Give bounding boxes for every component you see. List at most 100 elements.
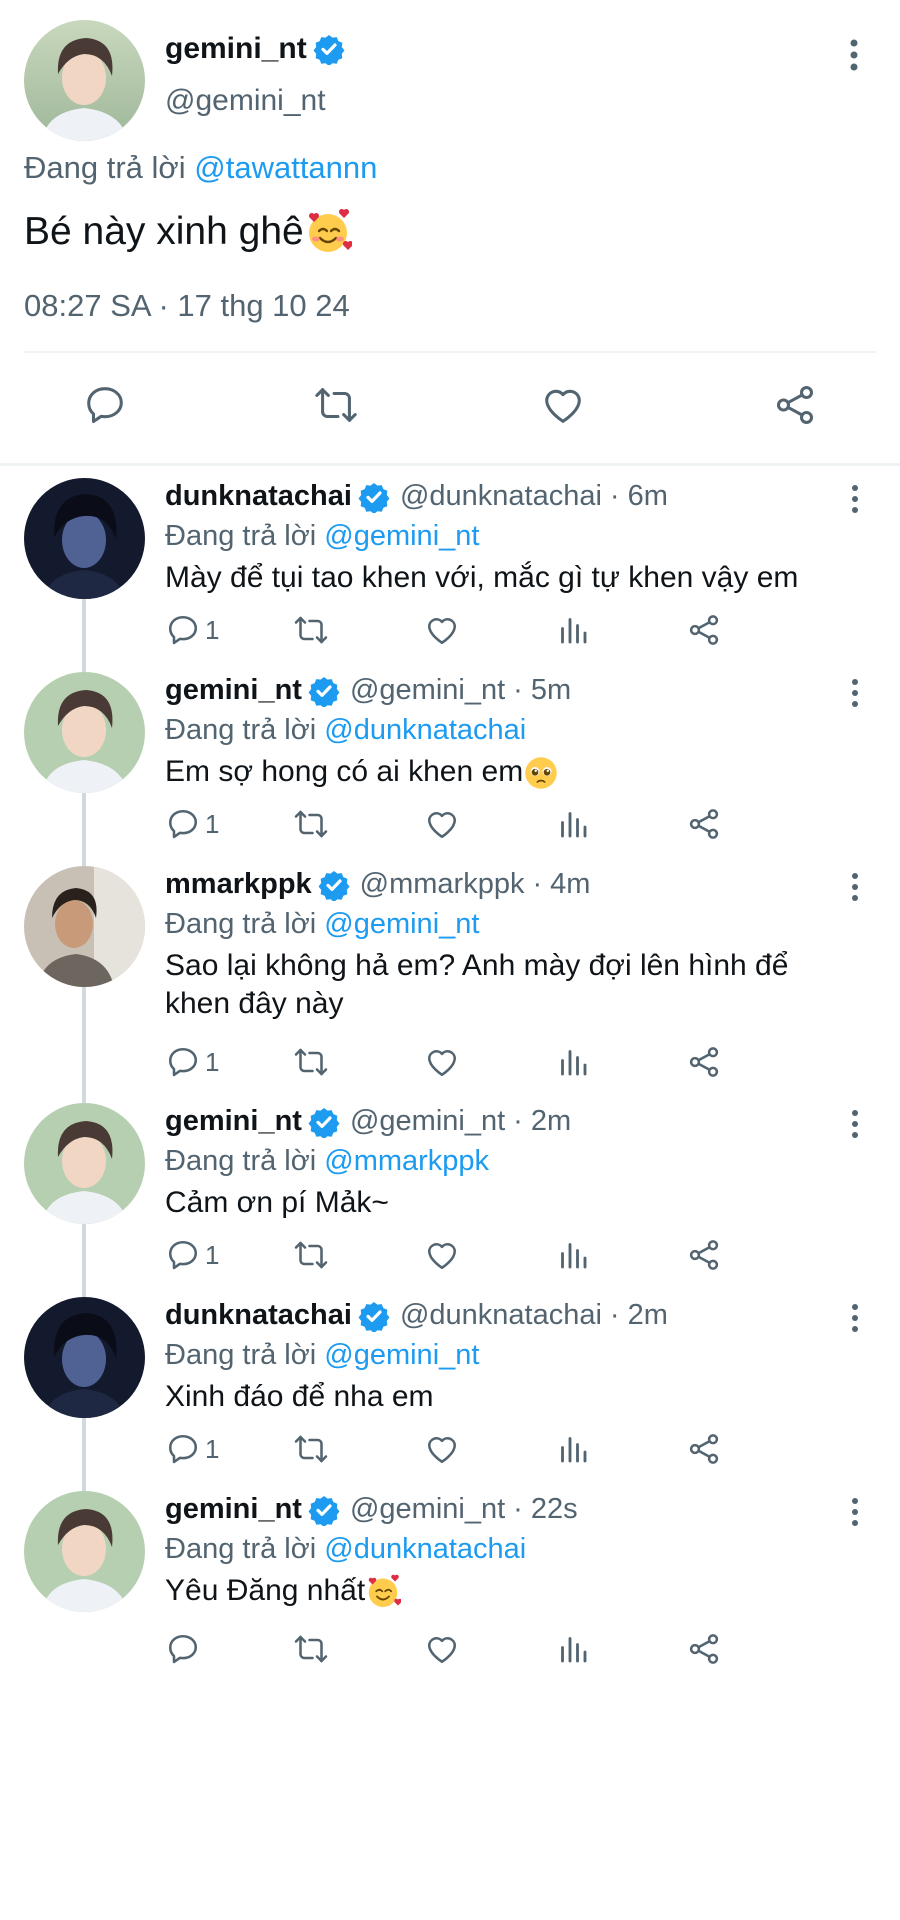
reply-item[interactable]: dunknatachai @dunknatachai · 2m Đang trả lờ… bbox=[0, 1285, 900, 1491]
reply-time[interactable]: · 6m bbox=[610, 480, 668, 513]
views-icon[interactable] bbox=[555, 1237, 591, 1273]
thread-line bbox=[82, 987, 86, 1103]
author-name[interactable]: gemini_nt bbox=[165, 32, 307, 66]
avatar[interactable] bbox=[24, 20, 145, 141]
author-handle[interactable]: @dunknatachai bbox=[400, 480, 602, 513]
author-name[interactable]: dunknatachai bbox=[165, 480, 352, 513]
like-icon[interactable] bbox=[424, 1631, 460, 1667]
reply-time[interactable]: · 4m bbox=[532, 868, 590, 901]
reply-item[interactable]: dunknatachai @dunknatachai · 6m Đang trả lờ… bbox=[0, 466, 900, 672]
retweet-icon[interactable] bbox=[310, 382, 362, 428]
share-icon[interactable] bbox=[686, 1431, 722, 1467]
action-bar: 1 bbox=[165, 1237, 876, 1281]
reply-mention-link[interactable]: @mmarkppk bbox=[324, 1145, 489, 1177]
reply-button[interactable] bbox=[165, 1631, 205, 1667]
retweet-icon[interactable] bbox=[290, 1631, 332, 1667]
reply-item[interactable]: mmarkppk @mmarkppk · 4m Đang trả lời @gemin… bbox=[0, 854, 900, 1103]
reply-prefix: Đang trả lời bbox=[165, 1533, 317, 1565]
avatar[interactable] bbox=[24, 1103, 145, 1224]
reply-icon bbox=[165, 1237, 201, 1273]
verified-badge-icon bbox=[358, 1300, 390, 1332]
author-handle[interactable]: @gemini_nt bbox=[350, 1493, 505, 1526]
reply-item[interactable]: gemini_nt @gemini_nt · 22s Đang trả lời @du… bbox=[0, 1479, 900, 1679]
reply-count: 1 bbox=[205, 1433, 220, 1464]
more-options-icon[interactable] bbox=[850, 872, 860, 902]
author-name[interactable]: gemini_nt bbox=[165, 1105, 302, 1138]
share-icon[interactable] bbox=[686, 612, 722, 648]
author-handle[interactable]: @gemini_nt bbox=[350, 674, 505, 707]
author-handle[interactable]: @gemini_nt bbox=[350, 1105, 505, 1138]
views-icon[interactable] bbox=[555, 1044, 591, 1080]
views-icon[interactable] bbox=[555, 1631, 591, 1667]
reply-icon bbox=[165, 806, 201, 842]
more-options-icon[interactable] bbox=[848, 38, 860, 72]
more-options-icon[interactable] bbox=[850, 1303, 860, 1333]
like-icon[interactable] bbox=[424, 1044, 460, 1080]
reply-mention-link[interactable]: @dunknatachai bbox=[324, 714, 526, 746]
more-options-icon[interactable] bbox=[850, 1497, 860, 1527]
reply-icon[interactable] bbox=[82, 382, 128, 428]
like-icon[interactable] bbox=[424, 806, 460, 842]
reply-button[interactable]: 1 bbox=[165, 1431, 219, 1467]
more-options-icon[interactable] bbox=[850, 484, 860, 514]
action-bar: 1 bbox=[165, 612, 876, 656]
views-icon[interactable] bbox=[555, 806, 591, 842]
views-icon[interactable] bbox=[555, 1431, 591, 1467]
retweet-icon[interactable] bbox=[290, 1044, 332, 1080]
reply-mention-link[interactable]: @gemini_nt bbox=[324, 908, 479, 940]
like-icon[interactable] bbox=[424, 1431, 460, 1467]
share-icon[interactable] bbox=[686, 1237, 722, 1273]
retweet-icon[interactable] bbox=[290, 612, 332, 648]
more-options-icon[interactable] bbox=[850, 678, 860, 708]
reply-time[interactable]: · 5m bbox=[513, 674, 571, 707]
share-icon[interactable] bbox=[772, 382, 818, 428]
reply-button[interactable]: 1 bbox=[165, 1044, 219, 1080]
reply-time[interactable]: · 2m bbox=[513, 1105, 571, 1138]
verified-badge-icon bbox=[308, 1106, 340, 1138]
reply-mention-link[interactable]: @gemini_nt bbox=[324, 1339, 479, 1371]
views-icon[interactable] bbox=[555, 612, 591, 648]
share-icon[interactable] bbox=[686, 1044, 722, 1080]
avatar[interactable] bbox=[24, 478, 145, 599]
action-bar: 1 bbox=[165, 806, 876, 850]
like-icon[interactable] bbox=[540, 382, 586, 428]
like-icon[interactable] bbox=[424, 612, 460, 648]
reply-mention-link[interactable]: @tawattannn bbox=[194, 150, 377, 185]
author-name[interactable]: gemini_nt bbox=[165, 1493, 302, 1526]
share-icon[interactable] bbox=[686, 806, 722, 842]
reply-prefix: Đang trả lời bbox=[165, 1145, 317, 1177]
action-bar bbox=[165, 1631, 876, 1675]
avatar[interactable] bbox=[24, 1297, 145, 1418]
reply-button[interactable]: 1 bbox=[165, 612, 219, 648]
reply-item[interactable]: gemini_nt @gemini_nt · 5m Đang trả lời @dun… bbox=[0, 660, 900, 866]
retweet-icon[interactable] bbox=[290, 1237, 332, 1273]
smiling-face-with-hearts-icon bbox=[365, 1574, 402, 1610]
verified-badge-icon bbox=[318, 869, 350, 901]
share-icon[interactable] bbox=[686, 1631, 722, 1667]
reply-mention-link[interactable]: @gemini_nt bbox=[324, 520, 479, 552]
reply-button[interactable]: 1 bbox=[165, 806, 219, 842]
avatar[interactable] bbox=[24, 1491, 145, 1612]
avatar[interactable] bbox=[24, 866, 145, 987]
like-icon[interactable] bbox=[424, 1237, 460, 1273]
reply-item[interactable]: gemini_nt @gemini_nt · 2m Đang trả lời @mma… bbox=[0, 1091, 900, 1297]
avatar[interactable] bbox=[24, 672, 145, 793]
reply-mention-link[interactable]: @dunknatachai bbox=[324, 1533, 526, 1565]
author-name[interactable]: gemini_nt bbox=[165, 674, 302, 707]
reply-time[interactable]: · 22s bbox=[513, 1493, 577, 1526]
author-name[interactable]: mmarkppk bbox=[165, 868, 312, 901]
author-row: gemini_nt @gemini_nt · 5m bbox=[165, 674, 571, 707]
author-name[interactable]: dunknatachai bbox=[165, 1299, 352, 1332]
retweet-icon[interactable] bbox=[290, 806, 332, 842]
author-handle[interactable]: @gemini_nt bbox=[165, 84, 326, 118]
reply-button[interactable]: 1 bbox=[165, 1237, 219, 1273]
reply-time[interactable]: · 2m bbox=[610, 1299, 668, 1332]
more-options-icon[interactable] bbox=[850, 1109, 860, 1139]
tweet-timestamp[interactable]: 08:27 SA · 17 thg 10 24 bbox=[24, 288, 350, 324]
smiling-face-with-hearts-icon bbox=[304, 208, 352, 256]
author-handle[interactable]: @dunknatachai bbox=[400, 1299, 602, 1332]
reply-icon bbox=[165, 1431, 201, 1467]
reply-icon bbox=[165, 612, 201, 648]
retweet-icon[interactable] bbox=[290, 1431, 332, 1467]
author-handle[interactable]: @mmarkppk bbox=[360, 868, 525, 901]
